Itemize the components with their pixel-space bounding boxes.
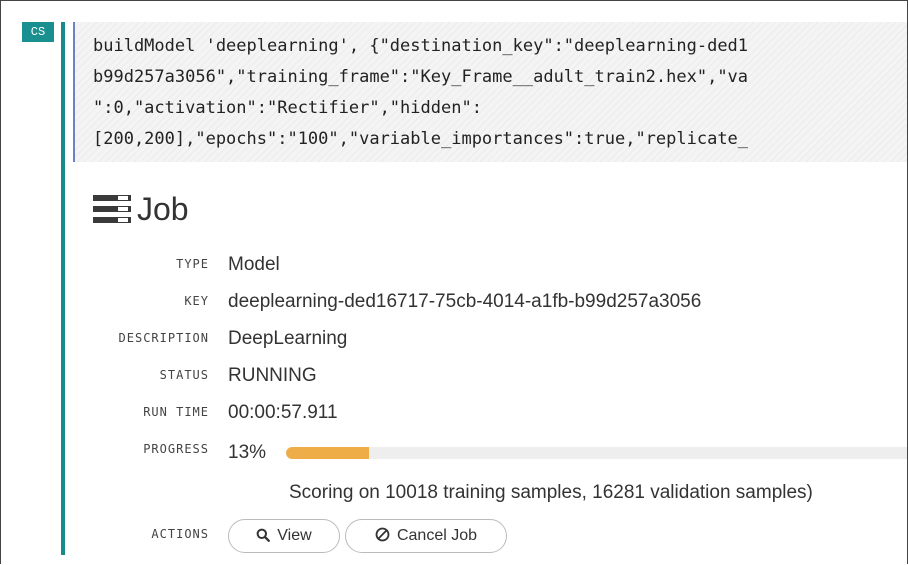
notebook-frame: CS buildModel 'deeplearning', {"destinat…	[0, 0, 908, 564]
code-line: ":0,"activation":"Rectifier","hidden":	[93, 98, 482, 118]
view-button-label: View	[277, 527, 312, 544]
key-label: KEY	[184, 294, 209, 308]
server-stack-icon	[93, 195, 131, 223]
cancel-job-button-label: Cancel Job	[396, 527, 478, 544]
runtime-label: RUN TIME	[143, 405, 209, 419]
cell-type-badge[interactable]: CS	[22, 22, 54, 42]
progress-percent: 13%	[228, 442, 267, 463]
progress-message: Scoring on 10018 training samples, 16281…	[289, 482, 813, 503]
cancel-icon	[375, 527, 390, 545]
progress-bar-fill	[286, 447, 370, 459]
type-label: TYPE	[176, 257, 209, 271]
code-line: b99d257a3056","training_frame":"Key_Fram…	[93, 67, 749, 87]
cell-code-editor[interactable]: buildModel 'deeplearning', {"destination…	[73, 22, 907, 162]
key-value: deeplearning-ded16717-75cb-4014-a1fb-b99…	[228, 291, 702, 312]
job-title: Job	[137, 190, 189, 227]
progress-label: PROGRESS	[143, 442, 209, 456]
cancel-job-button[interactable]: Cancel Job	[345, 519, 507, 553]
code-line: buildModel 'deeplearning', {"destination…	[93, 36, 749, 56]
description-label: DESCRIPTION	[118, 331, 209, 345]
runtime-value: 00:00:57.911	[228, 402, 338, 423]
actions-label: ACTIONS	[151, 527, 209, 541]
description-value: DeepLearning	[228, 328, 348, 349]
view-button[interactable]: View	[228, 519, 340, 553]
type-value: Model	[228, 254, 280, 275]
status-value: RUNNING	[228, 365, 317, 386]
progress-bar	[286, 447, 907, 459]
code-line: [200,200],"epochs":"100","variable_impor…	[93, 129, 749, 149]
status-label: STATUS	[159, 368, 209, 382]
cell-selection-bar	[61, 22, 65, 555]
job-heading: Job	[93, 189, 189, 229]
search-icon	[256, 528, 271, 545]
